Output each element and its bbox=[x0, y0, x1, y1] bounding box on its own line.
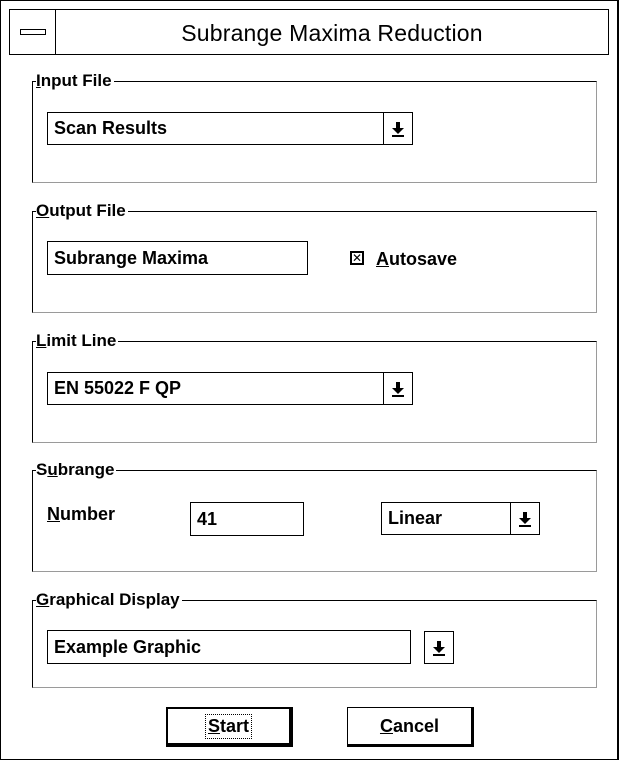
autosave-checkbox[interactable]: ✕ bbox=[350, 251, 364, 265]
input-file-combobox[interactable]: Scan Results bbox=[47, 112, 413, 145]
subrange-legend: Subrange bbox=[36, 460, 117, 480]
limit-line-group: Limit Line EN 55022 F QP bbox=[32, 331, 597, 443]
output-file-legend: Output File bbox=[36, 201, 128, 221]
subrange-group: Subrange Number 41 Linear bbox=[32, 460, 597, 572]
limit-line-dropdown-button[interactable] bbox=[383, 373, 412, 404]
autosave-label[interactable]: Autosave bbox=[376, 248, 457, 270]
dropdown-arrow-icon bbox=[519, 511, 531, 527]
cancel-button-label: Cancel bbox=[379, 715, 440, 736]
input-file-value: Scan Results bbox=[54, 118, 168, 138]
subrange-scale-dropdown-button[interactable] bbox=[510, 503, 539, 534]
output-file-group: Output File Subrange Maxima ✕ Autosave bbox=[32, 201, 597, 313]
system-menu-icon bbox=[19, 29, 46, 35]
cancel-button[interactable]: Cancel bbox=[347, 707, 474, 747]
system-menu-button[interactable] bbox=[10, 10, 56, 54]
input-file-group: Input File Scan Results bbox=[32, 71, 597, 183]
graphical-display-field[interactable]: Example Graphic bbox=[47, 630, 411, 664]
input-file-legend: Input File bbox=[36, 71, 114, 91]
window-title: Subrange Maxima Reduction bbox=[181, 20, 483, 46]
subrange-scale-combobox[interactable]: Linear bbox=[381, 502, 540, 535]
dropdown-arrow-icon bbox=[392, 121, 404, 137]
output-file-input[interactable]: Subrange Maxima bbox=[47, 241, 308, 275]
graphical-display-dropdown-button[interactable] bbox=[424, 631, 454, 664]
input-file-dropdown-button[interactable] bbox=[383, 113, 412, 144]
dropdown-arrow-icon bbox=[392, 381, 404, 397]
start-button[interactable]: Start bbox=[166, 707, 293, 747]
number-label: Number bbox=[47, 504, 116, 524]
limit-line-legend: Limit Line bbox=[36, 331, 119, 351]
graphical-display-group: Graphical Display Example Graphic bbox=[32, 590, 597, 688]
start-button-label: Start bbox=[204, 713, 253, 739]
subrange-scale-value: Linear bbox=[388, 508, 443, 528]
output-file-value: Subrange Maxima bbox=[54, 248, 209, 268]
dialog-window: Subrange Maxima Reduction Input File Sca… bbox=[0, 0, 619, 760]
graphical-display-value: Example Graphic bbox=[54, 637, 202, 657]
subrange-number-input[interactable]: 41 bbox=[190, 502, 304, 536]
subrange-number-value: 41 bbox=[197, 509, 218, 529]
limit-line-value: EN 55022 F QP bbox=[54, 378, 182, 398]
title-bar: Subrange Maxima Reduction bbox=[9, 9, 609, 55]
graphical-display-legend: Graphical Display bbox=[36, 590, 182, 610]
limit-line-combobox[interactable]: EN 55022 F QP bbox=[47, 372, 413, 405]
dropdown-arrow-icon bbox=[433, 640, 445, 656]
